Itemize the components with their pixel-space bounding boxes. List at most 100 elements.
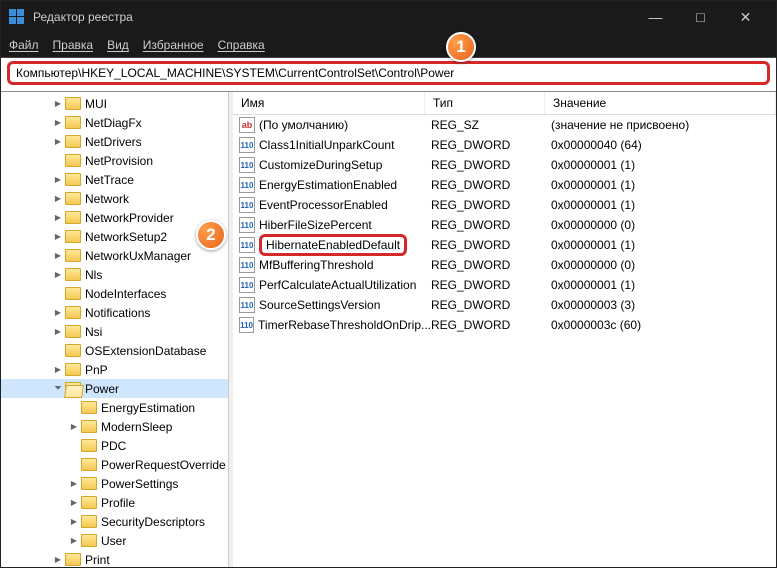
tree-item-modernsleep[interactable]: ▶ ModernSleep [1, 417, 228, 436]
expander-icon[interactable]: ▶ [51, 270, 65, 279]
tree-label: User [101, 534, 126, 548]
tree-item-profile[interactable]: ▶Profile [1, 493, 228, 512]
tree-label: NetDrivers [85, 135, 142, 149]
tree-item-pnp[interactable]: ▶PnP [1, 360, 228, 379]
tree-item-networkprovider[interactable]: ▶NetworkProvider [1, 208, 228, 227]
tree-item-netdiagfx[interactable]: ▶NetDiagFx [1, 113, 228, 132]
tree-label: NetworkUxManager [85, 249, 191, 263]
folder-icon [65, 211, 81, 224]
tree-item-netprovision[interactable]: NetProvision [1, 151, 228, 170]
titlebar[interactable]: Редактор реестра — □ ✕ [1, 1, 776, 33]
window-title: Редактор реестра [33, 10, 625, 24]
address-bar[interactable] [7, 61, 770, 85]
menu-view[interactable]: Вид [107, 38, 129, 52]
value-data: (значение не присвоено) [551, 118, 776, 132]
expander-icon[interactable]: ▶ [51, 308, 65, 317]
folder-icon [81, 534, 97, 547]
column-name[interactable]: Имя [233, 92, 425, 114]
value-row[interactable]: 110MfBufferingThresholdREG_DWORD0x000000… [233, 255, 776, 275]
minimize-button[interactable]: — [633, 1, 678, 33]
expander-icon[interactable]: ▶ [67, 479, 81, 488]
value-row[interactable]: 110EventProcessorEnabledREG_DWORD0x00000… [233, 195, 776, 215]
value-row[interactable]: 110CustomizeDuringSetupREG_DWORD0x000000… [233, 155, 776, 175]
value-row[interactable]: 110PerfCalculateActualUtilizationREG_DWO… [233, 275, 776, 295]
binary-icon: 110 [239, 317, 254, 333]
folder-icon [65, 325, 81, 338]
folder-icon [65, 249, 81, 262]
tree-item-power[interactable]: ⏷ Power [1, 379, 228, 398]
tree-item-networkuxmanager[interactable]: ▶ NetworkUxManager [1, 246, 228, 265]
tree-item-nls[interactable]: ▶Nls [1, 265, 228, 284]
tree-item-energyestimation[interactable]: EnergyEstimation [1, 398, 228, 417]
tree-item-nodeinterfaces[interactable]: NodeInterfaces [1, 284, 228, 303]
expander-icon[interactable]: ▶ [51, 118, 65, 127]
value-type: REG_DWORD [431, 158, 551, 172]
value-row[interactable]: ab(По умолчанию)REG_SZ(значение не присв… [233, 115, 776, 135]
expander-icon[interactable]: ▶ [51, 555, 65, 564]
folder-icon [65, 344, 81, 357]
binary-icon: 110 [239, 297, 255, 313]
tree-item-securitydescriptors[interactable]: ▶SecurityDescriptors [1, 512, 228, 531]
annotation-badge-1: 1 [446, 32, 476, 62]
value-row[interactable]: 110SourceSettingsVersionREG_DWORD0x00000… [233, 295, 776, 315]
menu-edit[interactable]: Правка [53, 38, 94, 52]
folder-icon [81, 401, 97, 414]
tree-label: ModernSleep [101, 420, 172, 434]
folder-icon [65, 135, 81, 148]
expander-icon[interactable]: ▶ [51, 251, 65, 260]
value-data: 0x00000003 (3) [551, 298, 776, 312]
folder-icon [65, 382, 81, 395]
value-row[interactable]: 110EnergyEstimationEnabledREG_DWORD0x000… [233, 175, 776, 195]
value-type: REG_DWORD [431, 238, 551, 252]
tree-item-networksetup2[interactable]: ▶NetworkSetup2 [1, 227, 228, 246]
expander-icon[interactable]: ▶ [51, 365, 65, 374]
column-value[interactable]: Значение [545, 92, 776, 114]
menu-favorites[interactable]: Избранное [143, 38, 204, 52]
expander-icon[interactable]: ▶ [51, 99, 65, 108]
tree-item-network[interactable]: ▶Network [1, 189, 228, 208]
maximize-button[interactable]: □ [678, 1, 723, 33]
expander-icon[interactable]: ▶ [51, 175, 65, 184]
expander-icon[interactable]: ▶ [67, 422, 81, 431]
value-name: MfBufferingThreshold [259, 258, 374, 272]
value-row[interactable]: 110Class1InitialUnparkCountREG_DWORD0x00… [233, 135, 776, 155]
registry-tree[interactable]: ▶MUI▶NetDiagFx▶NetDriversNetProvision▶Ne… [1, 92, 229, 567]
expander-icon[interactable]: ▶ [51, 213, 65, 222]
value-row[interactable]: 110TimerRebaseThresholdOnDrip...REG_DWOR… [233, 315, 776, 335]
tree-label: PDC [101, 439, 126, 453]
tree-item-powerrequestoverride[interactable]: PowerRequestOverride [1, 455, 228, 474]
expander-icon[interactable]: ⏷ [51, 383, 65, 394]
tree-item-print[interactable]: ▶Print [1, 550, 228, 567]
expander-icon[interactable]: ▶ [51, 327, 65, 336]
folder-icon [81, 420, 97, 433]
tree-item-pdc[interactable]: PDC [1, 436, 228, 455]
value-row[interactable]: 110HibernateEnabledDefaultREG_DWORD0x000… [233, 235, 776, 255]
value-data: 0x00000001 (1) [551, 198, 776, 212]
tree-label: Power [85, 382, 119, 396]
menu-file[interactable]: Файл [9, 38, 39, 52]
expander-icon[interactable]: ▶ [67, 536, 81, 545]
tree-item-mui[interactable]: ▶MUI [1, 94, 228, 113]
tree-item-netdrivers[interactable]: ▶ NetDrivers [1, 132, 228, 151]
tree-item-notifications[interactable]: ▶Notifications [1, 303, 228, 322]
tree-item-nettrace[interactable]: ▶NetTrace [1, 170, 228, 189]
expander-icon[interactable]: ▶ [51, 137, 65, 146]
expander-icon[interactable]: ▶ [51, 194, 65, 203]
binary-icon: 110 [239, 137, 255, 153]
column-type[interactable]: Тип [425, 92, 545, 114]
close-button[interactable]: ✕ [723, 1, 768, 33]
expander-icon[interactable]: ▶ [67, 498, 81, 507]
tree-label: NetProvision [85, 154, 153, 168]
binary-icon: 110 [239, 237, 255, 253]
value-name: HiberFileSizePercent [259, 218, 372, 232]
tree-item-powersettings[interactable]: ▶PowerSettings [1, 474, 228, 493]
value-data: 0x00000000 (0) [551, 218, 776, 232]
tree-item-osextensiondatabase[interactable]: OSExtensionDatabase [1, 341, 228, 360]
expander-icon[interactable]: ▶ [51, 232, 65, 241]
value-row[interactable]: 110HiberFileSizePercentREG_DWORD0x000000… [233, 215, 776, 235]
menu-help[interactable]: Справка [218, 38, 265, 52]
expander-icon[interactable]: ▶ [67, 517, 81, 526]
tree-item-nsi[interactable]: ▶Nsi [1, 322, 228, 341]
value-name: EventProcessorEnabled [259, 198, 388, 212]
tree-item-user[interactable]: ▶ User [1, 531, 228, 550]
